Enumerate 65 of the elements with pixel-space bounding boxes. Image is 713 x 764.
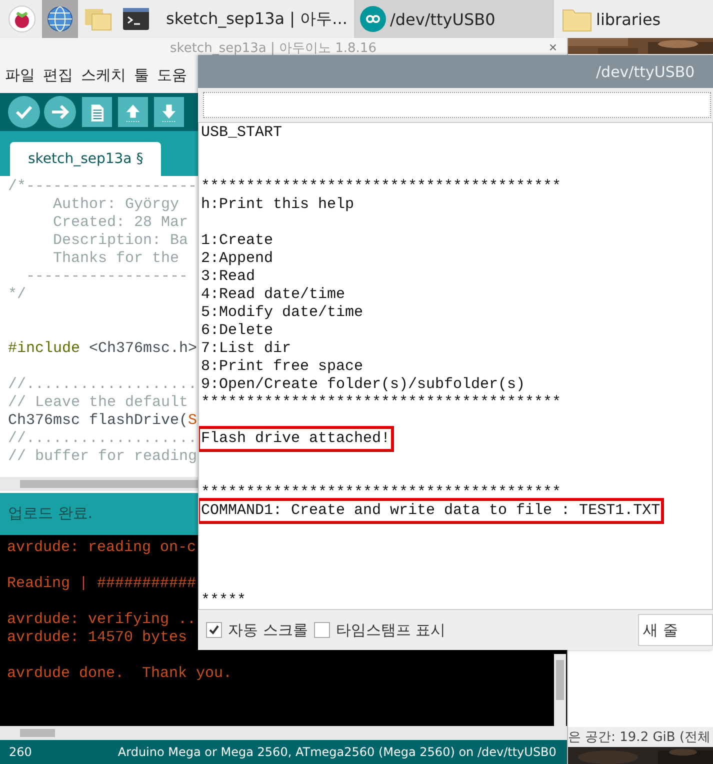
menu-item[interactable]: 편집	[40, 66, 76, 86]
output-line: 6:Delete	[201, 322, 274, 340]
output-line: ****************************************	[201, 484, 562, 502]
output-line: 4:Read date/time	[201, 286, 346, 304]
console-line: avrdude: verifying ..	[7, 610, 196, 629]
console-line: Reading | ###########	[7, 574, 196, 593]
status-text: 은 공간: 19.2 GiB (전체	[568, 726, 713, 747]
console-line: avrdude: reading on-c	[7, 538, 196, 557]
output-line: 1:Create	[201, 232, 274, 250]
code-line: /*-------------------	[8, 178, 198, 196]
console-line: avrdude: 14570 bytes	[7, 628, 188, 647]
output-line: *****	[201, 592, 246, 609]
output-line: 2:Append	[201, 250, 274, 268]
line-number: 260	[9, 745, 32, 760]
terminal-icon	[122, 5, 150, 33]
output-line: ****************************************	[201, 394, 562, 412]
board-info: Arduino Mega or Mega 2560, ATmega2560 (Mega 2560) on /dev/ttyUSB0	[118, 745, 556, 760]
code-line: ------------------	[25, 268, 188, 286]
toolbar-button[interactable]	[44, 96, 76, 128]
menu-item[interactable]: 스케치	[78, 66, 129, 86]
file-tab[interactable]: sketch_sep13a §	[10, 142, 162, 176]
check-icon	[208, 624, 220, 636]
code-line: Ch376msc flashDrive(S	[8, 412, 198, 430]
output-line: USB_START	[201, 124, 282, 142]
window-title: sketch_sep13a | 아두이노 1.8.16	[170, 40, 376, 58]
horizontal-scrollbar[interactable]	[0, 726, 567, 740]
globe-icon	[46, 5, 74, 33]
console-line: avrdude done. Thank you.	[7, 664, 232, 683]
output-line: 7:List dir	[201, 340, 292, 358]
output-line: h:Print this help	[201, 196, 354, 214]
output-line: 3:Read	[201, 268, 256, 286]
launcher-button[interactable]	[42, 0, 78, 38]
code-line: Thanks for the	[52, 250, 180, 268]
code-line: //...................	[8, 376, 198, 394]
code-line: #include <Ch376msc.h>	[8, 340, 198, 358]
code-line: // buffer for reading	[8, 448, 198, 466]
window-title: /dev/ttyUSB0	[596, 62, 695, 80]
status-message: 업로드 완료.	[8, 504, 93, 524]
vertical-scrollbar[interactable]	[554, 654, 566, 727]
infinity-icon	[360, 6, 386, 32]
code-line: Author: György	[52, 196, 180, 214]
toolbar-button[interactable]	[82, 96, 112, 127]
code-line: // Leave the default	[8, 394, 188, 412]
input-field[interactable]	[203, 92, 711, 118]
checkbox[interactable]: 자동 스크롤	[206, 620, 308, 640]
toolbar-button[interactable]	[8, 96, 40, 128]
menu-item[interactable]: 도움	[154, 66, 190, 86]
close-button[interactable]: ×	[546, 39, 559, 55]
output-line: ****************************************	[201, 178, 562, 196]
checkbox[interactable]: 타임스탬프 표시	[314, 620, 446, 640]
code-line: Created: 28 Mar	[52, 214, 188, 232]
horizontal-scrollbar[interactable]	[0, 476, 198, 491]
taskbar-button[interactable]: /dev/ttyUSB0	[354, 0, 554, 38]
code-line: //...................	[8, 430, 198, 448]
output-line: 5:Modify date/time	[201, 304, 364, 322]
line-ending-dropdown[interactable]: 새 줄	[638, 614, 713, 646]
output-line: 9:Open/Create folder(s)/subfolder(s)	[201, 376, 526, 394]
code-line: Description: Ba	[52, 232, 188, 250]
taskbar-button[interactable]: sketch_sep13a | 아두...	[156, 0, 352, 38]
menu-item[interactable]: 파일	[2, 66, 38, 86]
menu-item[interactable]: 툴	[131, 66, 152, 86]
output-line: 8:Print free space	[201, 358, 364, 376]
code-line: */	[8, 286, 26, 304]
taskbar-button[interactable]: libraries	[556, 0, 667, 38]
raspberry-icon	[8, 5, 36, 33]
